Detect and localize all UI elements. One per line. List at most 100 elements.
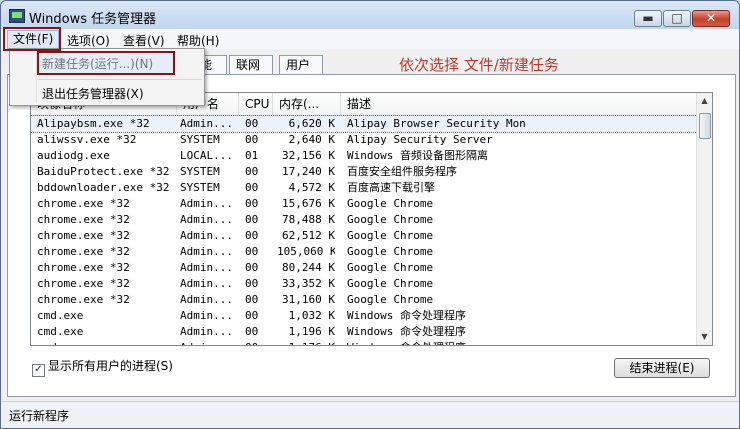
- process-user: Admin...: [180, 277, 233, 290]
- process-memory: 62,512 K: [282, 229, 335, 242]
- process-description: Windows 命令处理程序: [347, 325, 466, 338]
- process-user: Admin...: [180, 293, 233, 306]
- show-all-users-checkbox[interactable]: ✓: [32, 364, 45, 377]
- menu-item-exit[interactable]: 退出任务管理器(X): [42, 85, 144, 102]
- show-all-users-option[interactable]: ✓ 显示所有用户的进程(S): [32, 357, 173, 377]
- close-button[interactable]: ✕: [692, 10, 730, 27]
- process-cpu: 00: [245, 133, 259, 146]
- process-cpu: 00: [245, 213, 259, 226]
- title-bar[interactable]: Windows 任务管理器 ▬ □ ✕: [1, 1, 739, 29]
- process-cpu: 00: [245, 293, 259, 306]
- process-user: Admin...: [180, 197, 233, 210]
- column-description[interactable]: 描述: [341, 93, 697, 115]
- process-description: Windows 命令处理程序: [347, 309, 466, 322]
- process-row[interactable]: chrome.exe *32 Admin... 00 15,676 K Google C…: [31, 196, 697, 212]
- process-row[interactable]: aliwssv.exe *32 SYSTEM 00 2,640 K Alipay Sec…: [31, 132, 697, 148]
- process-cpu: 00: [245, 229, 259, 242]
- process-cpu: 00: [245, 245, 259, 258]
- process-user: Admin...: [180, 245, 233, 258]
- process-row[interactable]: chrome.exe *32 Admin... 00 78,488 K Google C…: [31, 212, 697, 228]
- process-name: BaiduProtect.exe *32: [37, 165, 170, 178]
- process-memory: 17,240 K: [282, 165, 335, 178]
- process-row[interactable]: chrome.exe *32 Admin... 00 80,244 K Google C…: [31, 260, 697, 276]
- process-memory: 2,640 K: [288, 133, 335, 146]
- tab-network[interactable]: 联网: [229, 55, 273, 74]
- process-cpu: 00: [245, 261, 259, 274]
- menu-view[interactable]: 查看(V): [123, 32, 165, 49]
- process-row[interactable]: Alipaybsm.exe *32 Admin... 00 6,620 K Alipay…: [31, 115, 698, 133]
- process-cpu: 00: [245, 117, 259, 130]
- status-text: 运行新程序: [9, 409, 70, 423]
- scrollbar-thumb[interactable]: [699, 113, 711, 139]
- process-row[interactable]: chrome.exe *32 Admin... 00 33,352 K Google C…: [31, 276, 697, 292]
- process-row[interactable]: BaiduProtect.exe *32 SYSTEM 00 17,240 K 百度安全…: [31, 164, 697, 180]
- process-memory: 78,488 K: [282, 213, 335, 226]
- process-memory: 80,244 K: [282, 261, 335, 274]
- vertical-scrollbar[interactable]: ▲ ▼: [696, 93, 712, 345]
- tab-users[interactable]: 用户: [279, 55, 323, 74]
- menu-options[interactable]: 选项(O): [67, 32, 110, 49]
- process-description: Google Chrome: [347, 213, 434, 226]
- process-user: SYSTEM: [180, 181, 220, 194]
- process-cpu: 01: [245, 149, 259, 162]
- process-name: Alipaybsm.exe *32: [37, 117, 150, 130]
- process-user: SYSTEM: [180, 133, 220, 146]
- process-row[interactable]: cmd.exe Admin... 00 1,176 K Windows 命令处理程序: [31, 340, 697, 345]
- process-description: Alipay Security Server: [347, 133, 493, 146]
- process-description: Google Chrome: [347, 277, 434, 290]
- scroll-up-icon[interactable]: ▲: [697, 93, 712, 109]
- process-memory: 33,352 K: [282, 277, 335, 290]
- process-description: Google Chrome: [347, 245, 434, 258]
- process-row[interactable]: chrome.exe *32 Admin... 00 105,060 K Google …: [31, 244, 697, 260]
- process-cpu: 00: [245, 165, 259, 178]
- process-description: 百度安全组件服务程序: [347, 165, 457, 178]
- process-row[interactable]: bddownloader.exe *32 SYSTEM 00 4,572 K 百度高速下…: [31, 180, 697, 196]
- file-menu-highlight: [3, 27, 61, 51]
- process-name: chrome.exe *32: [37, 229, 130, 242]
- process-row[interactable]: cmd.exe Admin... 00 1,032 K Windows 命令处理程序: [31, 308, 697, 324]
- maximize-button[interactable]: □: [663, 10, 691, 27]
- process-row[interactable]: chrome.exe *32 Admin... 00 62,512 K Google C…: [31, 228, 697, 244]
- process-name: chrome.exe *32: [37, 277, 130, 290]
- process-cpu: 00: [245, 309, 259, 322]
- status-bar: 运行新程序: [1, 401, 739, 428]
- end-process-button[interactable]: 结束进程(E): [614, 358, 710, 378]
- process-cpu: 00: [245, 340, 273, 345]
- process-memory: 15,676 K: [282, 197, 335, 210]
- process-memory: 1,196 K: [288, 325, 335, 338]
- process-description: Windows 命令处理程序: [347, 340, 527, 345]
- process-description: Google Chrome: [347, 261, 434, 274]
- process-description: Google Chrome: [347, 229, 434, 242]
- process-list[interactable]: 映像名称 用户名 CPU 内存(... 描述 Alipaybsm.exe *32…: [30, 92, 713, 346]
- minimize-button[interactable]: ▬: [634, 10, 662, 27]
- process-row[interactable]: audiodg.exe LOCAL... 01 32,156 K Windows 音频设…: [31, 148, 697, 164]
- process-cpu: 00: [245, 325, 259, 338]
- process-name: chrome.exe *32: [37, 245, 130, 258]
- process-description: 百度高速下载引擎: [347, 181, 435, 194]
- process-name: aliwssv.exe *32: [37, 133, 137, 146]
- process-cpu: 00: [245, 181, 259, 194]
- column-cpu[interactable]: CPU: [239, 93, 273, 115]
- process-name: audiodg.exe: [37, 149, 110, 162]
- process-description: Google Chrome: [347, 293, 434, 306]
- process-name: chrome.exe *32: [37, 293, 130, 306]
- scroll-down-icon[interactable]: ▼: [697, 329, 712, 345]
- process-user: Admin...: [180, 229, 233, 242]
- process-row[interactable]: cmd.exe Admin... 00 1,196 K Windows 命令处理程序: [31, 324, 697, 340]
- process-user: Admin...: [180, 261, 233, 274]
- column-memory[interactable]: 内存(...: [273, 93, 341, 115]
- task-manager-window: Windows 任务管理器 ▬ □ ✕ 文件(F) 选项(O) 查看(V) 帮助…: [0, 0, 740, 429]
- new-task-highlight: [37, 51, 175, 75]
- process-row[interactable]: chrome.exe *32 Admin... 00 31,160 K Google C…: [31, 292, 697, 308]
- process-cpu: 00: [245, 277, 259, 290]
- process-memory: 1,032 K: [288, 309, 335, 322]
- process-memory: 6,620 K: [288, 117, 335, 130]
- process-memory: 1,176 K: [277, 340, 335, 345]
- process-name: chrome.exe *32: [37, 213, 130, 226]
- process-user: Admin...: [180, 325, 233, 338]
- process-memory: 31,160 K: [282, 293, 335, 306]
- process-memory: 32,156 K: [282, 149, 335, 162]
- process-name: cmd.exe: [37, 340, 175, 345]
- process-user: Admin...: [180, 309, 233, 322]
- menu-help[interactable]: 帮助(H): [177, 32, 219, 49]
